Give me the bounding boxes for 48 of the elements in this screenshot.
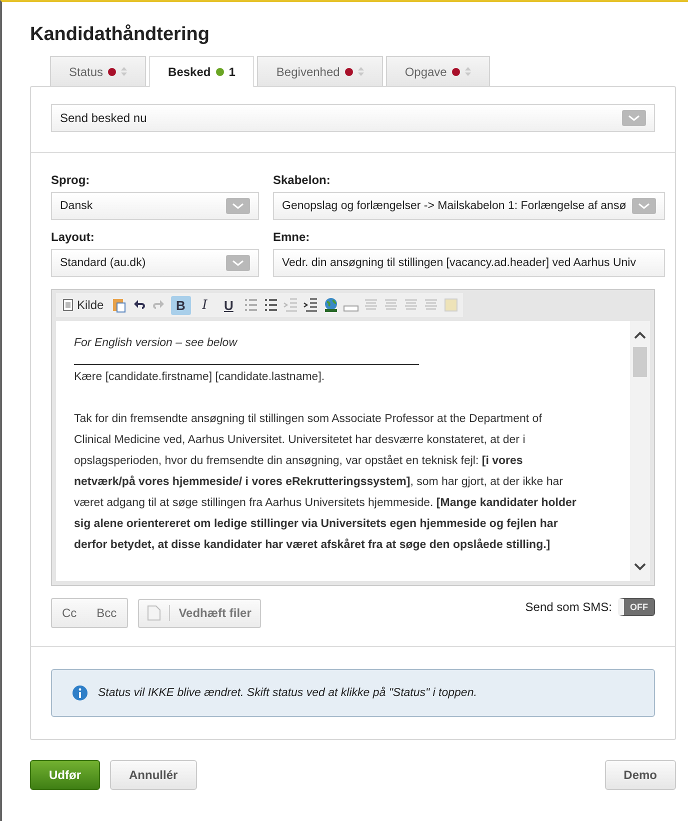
scrollbar[interactable] xyxy=(630,321,650,581)
field-label: Skabelon: xyxy=(273,173,332,187)
info-icon xyxy=(72,685,88,701)
submit-button[interactable]: Udfør xyxy=(30,760,100,790)
dialog-title: Kandidathåndtering xyxy=(30,24,210,46)
tab[interactable]: Opgave xyxy=(386,56,490,86)
paste-icon[interactable] xyxy=(110,297,127,313)
image-icon[interactable] xyxy=(442,297,459,313)
tab[interactable]: Besked 1 xyxy=(149,56,254,87)
editor-text: Kære [candidate.firstname] [candidate.lastname]. xyxy=(74,370,326,385)
globe-icon[interactable] xyxy=(322,297,339,313)
cc-button[interactable]: Cc xyxy=(52,599,87,627)
bullet-list-icon[interactable] xyxy=(262,297,279,313)
field-label: Emne: xyxy=(273,230,311,244)
italic-button[interactable]: I xyxy=(194,296,215,314)
document-icon xyxy=(63,299,73,311)
dropdown-icon xyxy=(226,255,250,271)
bcc-button[interactable]: Bcc xyxy=(86,599,127,627)
dropdown-icon xyxy=(632,198,656,214)
scroll-up-icon[interactable] xyxy=(634,331,646,339)
field-label: Sprog: xyxy=(51,173,91,187)
indent-icon[interactable] xyxy=(302,297,319,313)
source-button[interactable]: Kilde xyxy=(60,296,107,314)
dropdown-icon xyxy=(226,198,250,214)
tab[interactable]: Status xyxy=(50,56,146,86)
sms-label: Send som SMS: xyxy=(525,600,612,614)
dropdown-icon xyxy=(622,110,646,126)
bold-button[interactable]: B xyxy=(170,296,191,314)
attach-button[interactable]: Vedhæft filer xyxy=(138,598,262,628)
scroll-down-icon[interactable] xyxy=(634,563,646,571)
sort-icon xyxy=(358,67,364,76)
editor-text: For English version – see below xyxy=(74,336,238,351)
sort-icon xyxy=(464,67,471,76)
cancel-button[interactable]: Annullér xyxy=(110,760,197,790)
select-field[interactable]: Genopslag og forlængelser -> Mailskabelon 1: Forlængelse af ansø xyxy=(273,192,666,220)
field-label: Layout: xyxy=(51,230,96,244)
underline-button[interactable]: U xyxy=(218,296,239,314)
select-field[interactable]: Dansk xyxy=(51,192,259,220)
input-field[interactable]: Vedr. din ansøgning til stillingen [vacancy.ad.header] ved Aarhus Univ xyxy=(273,249,666,277)
info-text: Status vil IKKE blive ændret. Skift status ved at klikke på "Status" i toppen. xyxy=(98,687,477,699)
demo-button[interactable]: Demo xyxy=(604,760,676,790)
tab[interactable]: Begivenhed xyxy=(257,56,383,86)
editor-text: Tak for din fremsendte ansøgning til stillingen som Associate Professor at the Department of Clinical Medicine ved, Aarhus Universitet. Universitetet har desværre konstateret, at der i opslagsperioden, hvor du fremsendte din ansøgning, var opstået en teknisk fejl: [i vores netværk/på vores hjemmeside/ i vores eRekrutteringssystem], som har gjort, at der ikke har været adgang til at søge stillingen fra Aarhus Universitets hjemmeside. [Mange kandidater holder sig alene orientereret om ledige stillinger via Universitets egen hjemmeside og fejlen har derfor betydet, at disse kandidater har været afskåret fra at søge den opslåede stilling.] xyxy=(74,412,578,553)
sms-toggle[interactable]: OFF xyxy=(618,598,655,616)
sort-icon xyxy=(121,67,128,76)
scroll-thumb[interactable] xyxy=(633,347,647,377)
send-mode-select[interactable]: Send besked nu xyxy=(51,104,655,132)
select-field[interactable]: Standard (au.dk) xyxy=(51,249,259,277)
